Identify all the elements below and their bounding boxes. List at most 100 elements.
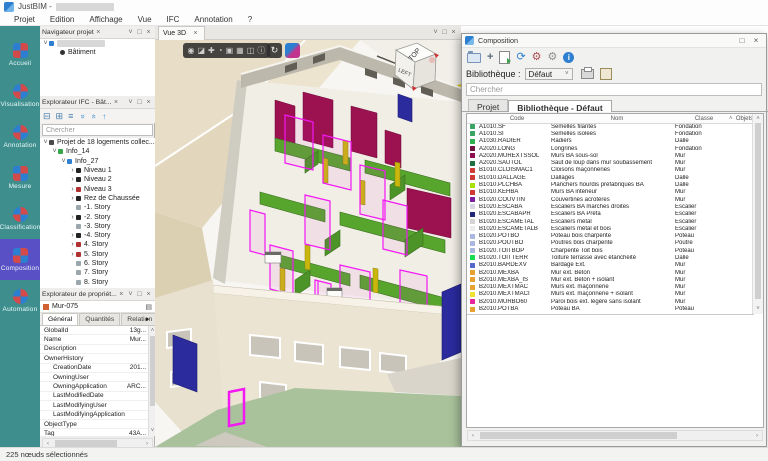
table-row[interactable]: B1020.TOITTERR Toiture terrasse avec éta… (467, 254, 754, 261)
vscroll-thumb[interactable] (754, 123, 761, 299)
properties-float-icon[interactable]: □ (135, 290, 144, 299)
table-row[interactable]: B1020.ESCABAPR Escaliers BA Préfa Escali… (467, 211, 754, 218)
close-icon[interactable]: × (749, 36, 763, 45)
ifc-tree-row[interactable]: 7. Story (40, 268, 155, 277)
ifc-tree-row[interactable]: ˅ Info_14 (40, 147, 155, 156)
chevron-icon[interactable]: › (69, 214, 76, 221)
table-row[interactable]: B1020.ESCAMETALB Escaliers métal et bois… (467, 225, 754, 232)
properties-tab[interactable]: Relation (121, 313, 159, 325)
chevron-icon[interactable]: › (69, 195, 76, 202)
navigator-close-icon[interactable]: × (144, 28, 153, 37)
property-row[interactable]: CreationDate 201... (40, 363, 155, 373)
ifc-tree-row[interactable]: › Niveau 1 (40, 166, 155, 175)
properties-tab[interactable]: Quantités (79, 313, 121, 325)
print-icon[interactable] (580, 67, 594, 79)
table-row[interactable]: A2020.LONG Longrines Fondation (467, 145, 754, 152)
property-row[interactable]: GlobalId 13g... (40, 326, 155, 336)
ifc-tab-close-icon[interactable]: × (112, 98, 121, 107)
tree-structure-icon[interactable]: ⊟ (43, 111, 51, 122)
chevron-icon[interactable]: › (69, 251, 76, 258)
table-row[interactable]: A1010.SI Semelles isolées Fondation (467, 130, 754, 137)
table-row[interactable]: B1010.PLCHBA Planchers hourdis préfabriq… (467, 181, 754, 188)
scroll-right-icon[interactable]: › (752, 431, 762, 440)
menu-item[interactable]: Edition (50, 15, 74, 24)
ifc-close-icon[interactable]: × (144, 98, 153, 107)
menu-item[interactable]: Vue (138, 15, 152, 24)
ifc-tree-row[interactable]: -1. Story (40, 203, 155, 212)
table-row[interactable]: B1020.ESCABA Escaliers BA marches droite… (467, 203, 754, 210)
chevron-icon[interactable]: › (69, 167, 76, 174)
hscroll-thumb[interactable] (480, 432, 678, 439)
menu-item[interactable]: IFC (167, 15, 180, 24)
table-row[interactable]: B1010.DALLAGE Dallages Dalle (467, 174, 754, 181)
property-row[interactable]: OwnerHistory (40, 354, 155, 364)
chevron-down-icon[interactable]: ˅ (42, 40, 49, 47)
shaded-view-icon[interactable]: ◪ (197, 43, 205, 58)
reset-view-icon[interactable]: ↻ (267, 43, 282, 58)
table-row[interactable]: A2020.MUREXTSSOL Murs BA sous-sol Mur (467, 152, 754, 159)
chevron-icon[interactable]: › (69, 176, 76, 183)
chevron-icon[interactable]: › (69, 241, 76, 248)
section-box-icon[interactable]: ▣ (226, 43, 234, 58)
ifc-tree-row[interactable]: › Niveau 2 (40, 175, 155, 184)
property-row[interactable]: Name Mur... (40, 335, 155, 345)
column-classe[interactable]: Classe (679, 116, 729, 122)
scroll-left-icon[interactable]: ‹ (468, 431, 478, 440)
ifc-tree-row[interactable]: ˅ Info_27 (40, 157, 155, 166)
sidebar-item[interactable]: Visualisation (0, 75, 40, 116)
sync-icon[interactable]: ⟳ (516, 52, 525, 63)
tab-overflow-icon[interactable]: ▸ (146, 315, 150, 323)
ifc-tree-row[interactable]: › -4. Story (40, 231, 155, 240)
table-vscrollbar[interactable]: ˄ ˅ (752, 114, 763, 314)
menu-item[interactable]: Projet (14, 15, 35, 24)
expand-all-icon[interactable]: « (90, 114, 99, 118)
ifc-tree-row[interactable]: › Niveau 3 (40, 184, 155, 193)
viewport-float-icon[interactable]: □ (440, 28, 449, 37)
composition-search-input[interactable] (466, 83, 762, 96)
properties-close-icon[interactable]: × (144, 290, 153, 299)
sidebar-item[interactable]: Classification (0, 198, 40, 239)
table-row[interactable]: B2010.BARDEXV Bardage Ext. Mur (467, 262, 754, 269)
table-row[interactable]: B1020.TOITBOP Charpente Toit bois Poteau (467, 247, 754, 254)
orbit-mode-icon[interactable]: ◔ (218, 43, 223, 58)
ifc-tree-row[interactable]: ˅ Projet de 18 logements collec... (40, 138, 155, 147)
viewport-3d-canvas[interactable]: TOP LEFT ◉ ◪ ✚ ◔ ▣ ▦ ◫ ⓘ ↻ (155, 40, 461, 447)
column-code[interactable]: Code (479, 116, 555, 122)
sidebar-item[interactable]: Composition (0, 239, 40, 280)
navigator-menu-icon[interactable]: ˅ (126, 28, 135, 37)
menu-item[interactable]: Annotation (194, 15, 232, 24)
property-row[interactable]: LastModifyingApplication (40, 410, 155, 420)
navigator-tab-close-icon[interactable]: × (94, 28, 103, 37)
scroll-top-icon[interactable]: ↑ (102, 112, 106, 121)
composition-hscrollbar[interactable]: ‹ › (467, 430, 763, 441)
properties-options-icon[interactable]: ▤ (145, 303, 152, 311)
import-icon[interactable] (499, 51, 512, 64)
scroll-down-icon[interactable]: ˅ (753, 304, 763, 314)
chevron-icon[interactable]: ˅ (42, 139, 49, 146)
column-nom[interactable]: Nom (555, 116, 679, 122)
open-library-icon[interactable] (467, 50, 481, 63)
table-row[interactable]: B2010.MEXBA_IS Mur ext. Béton + isolant … (467, 276, 754, 283)
property-row[interactable]: OwningUser (40, 372, 155, 383)
ifc-tree-row[interactable]: › 5. Story (40, 250, 155, 259)
navigator-float-icon[interactable]: □ (135, 28, 144, 37)
navigator-building-row[interactable]: Bâtiment (40, 48, 155, 57)
ifc-tree-row[interactable]: 8. Story (40, 277, 155, 286)
sidebar-item[interactable]: Accueil (0, 34, 40, 75)
properties-menu-icon[interactable]: ˅ (126, 290, 135, 299)
sidebar-item[interactable]: Automation (0, 280, 40, 321)
table-row[interactable]: B2010.MEXTMACI Murs ext. maçonnerie + is… (467, 291, 754, 298)
record-icon[interactable]: ◉ (188, 43, 195, 58)
settings-gray-icon[interactable]: ⚙ (548, 52, 558, 63)
composition-tab[interactable]: Projet (468, 99, 509, 112)
chevron-icon[interactable]: ˅ (60, 158, 67, 165)
table-row[interactable]: B1010.KEHBA Murs BA intérieur Mur (467, 189, 754, 196)
maximize-icon[interactable]: □ (735, 36, 749, 45)
settings-red-icon[interactable]: ⚙ (532, 52, 542, 63)
viewport-menu-icon[interactable]: ˅ (431, 28, 440, 37)
chevron-icon[interactable]: › (69, 232, 76, 239)
composition-title-bar[interactable]: Composition □ × (462, 34, 766, 48)
property-row[interactable]: Tag 43A... (40, 429, 155, 436)
table-row[interactable]: B1020.POUTBO Poutres bois charpente Pout… (467, 240, 754, 247)
hscroll-thumb[interactable] (55, 440, 118, 447)
